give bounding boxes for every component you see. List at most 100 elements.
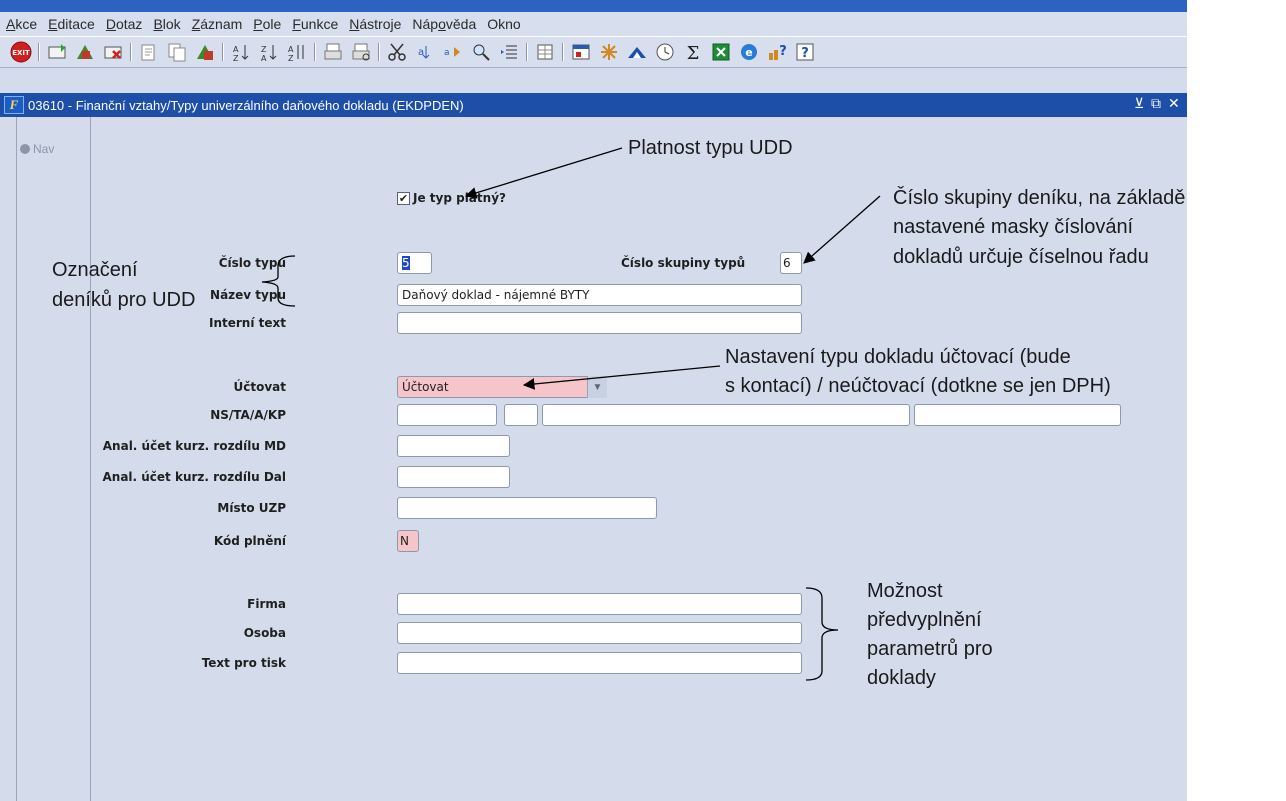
ns-field[interactable] (397, 404, 497, 426)
toolbar-separator (38, 43, 40, 61)
toolbar: EXIT AZ ZA AZ a a Σ e ? ? (0, 36, 1187, 68)
minimize-icon[interactable]: ⊻ (1134, 96, 1144, 112)
help-icon[interactable]: ? (794, 41, 816, 63)
text-pro-tisk-label: Text pro tisk (201, 656, 286, 670)
annotation-moznost-3: parametrů pro (867, 638, 993, 660)
insert-record-icon[interactable] (46, 41, 68, 63)
navigate-icon[interactable]: a (442, 41, 464, 63)
svg-text:a: a (444, 48, 450, 58)
ie-icon[interactable]: e (738, 41, 760, 63)
svg-text:Σ: Σ (687, 43, 700, 63)
md-label: Anal. účet kurz. rozdílu MD (102, 439, 286, 453)
paste-icon[interactable] (194, 41, 216, 63)
triangle-icon[interactable] (626, 41, 648, 63)
cislo-skupiny-label: Číslo skupiny typů (621, 256, 746, 270)
print-icon[interactable] (322, 41, 344, 63)
annotation-moznost-1: Možnost (867, 580, 943, 602)
sort-asc-icon[interactable]: AZ (230, 41, 252, 63)
svg-text:e: e (745, 46, 752, 59)
form-title-bar: F 03610 - Finanční vztahy/Typy univerzál… (0, 93, 1187, 117)
exit-icon[interactable]: EXIT (10, 41, 32, 63)
dal-field[interactable] (397, 466, 510, 488)
svg-text:A: A (233, 45, 239, 54)
menu-item-9[interactable]: Okno (487, 16, 520, 32)
menu-item-6[interactable]: Funkce (292, 16, 338, 32)
svg-text:a: a (418, 47, 424, 58)
excel-icon[interactable] (710, 41, 732, 63)
export-icon[interactable] (570, 41, 592, 63)
annotation-cislo-skupiny-1: Číslo skupiny deníku, na základě (893, 187, 1186, 209)
platny-checkbox[interactable]: ✔ Je typ platný? (397, 191, 506, 205)
osoba-field[interactable] (397, 622, 802, 644)
cislo-skupiny-field[interactable]: 6 (780, 252, 802, 274)
interni-text-label: Interní text (209, 316, 286, 330)
restore-icon[interactable]: ⧉ (1151, 96, 1161, 112)
svg-text:?: ? (801, 46, 809, 61)
ns-label: NS/TA/A/KP (210, 408, 286, 422)
md-field[interactable] (397, 435, 510, 457)
annotation-oznaceni-2: deníků pro UDD (52, 289, 196, 311)
menu-item-2[interactable]: Dotaz (106, 16, 143, 32)
sort-desc-icon[interactable]: ZA (258, 41, 280, 63)
kp-field[interactable] (914, 404, 1121, 426)
tools-icon[interactable] (598, 41, 620, 63)
svg-text:?: ? (779, 44, 787, 59)
ta-field[interactable] (504, 404, 538, 426)
text-pro-tisk-field[interactable] (397, 652, 802, 674)
toolbar-separator (378, 43, 380, 61)
platny-label: Je typ platný? (413, 191, 506, 205)
menu-item-0[interactable]: Akce (6, 16, 37, 32)
merge-icon[interactable]: a (414, 41, 436, 63)
interni-text-field[interactable] (397, 312, 802, 334)
a-field[interactable] (542, 404, 910, 426)
firma-field[interactable] (397, 593, 802, 615)
annotation-nastaveni-1: Nastavení typu dokladu účtovací (bude (725, 346, 1071, 368)
nazev-typu-label: Název typu (210, 288, 286, 302)
scissors-icon[interactable] (386, 41, 408, 63)
copy-icon[interactable] (166, 41, 188, 63)
close-icon[interactable]: ✕ (1168, 96, 1180, 112)
list-icon[interactable] (498, 41, 520, 63)
dal-label: Anal. účet kurz. rozdílu Dal (102, 470, 286, 484)
annotation-nastaveni-2: s kontací) / neúčtovací (dotkne se jen D… (725, 375, 1111, 397)
sum-icon[interactable]: Σ (682, 41, 704, 63)
clock-icon[interactable] (654, 41, 676, 63)
query-icon[interactable] (470, 41, 492, 63)
window-top-strip (0, 0, 1187, 12)
menu-item-4[interactable]: Záznam (192, 16, 243, 32)
checkbox-check-icon[interactable]: ✔ (397, 191, 410, 205)
firma-label: Firma (247, 597, 286, 611)
menu-item-8[interactable]: Nápověda (412, 16, 476, 32)
help-context-icon[interactable]: ? (766, 41, 788, 63)
cislo-typu-field[interactable]: 5 (397, 252, 432, 274)
annotation-moznost-2: předvyplnění (867, 609, 982, 631)
navigation-pane (16, 117, 91, 801)
annotation-cislo-skupiny-2: nastavené masky číslování (893, 216, 1134, 238)
kod-plneni-field[interactable]: N (397, 530, 419, 552)
uctovat-select[interactable]: Účtovat (397, 376, 607, 398)
misto-uzp-field[interactable] (397, 497, 657, 519)
menu-item-5[interactable]: Pole (253, 16, 281, 32)
nav-radio[interactable]: Nav (20, 142, 54, 156)
svg-text:Z: Z (233, 54, 239, 63)
menu-item-3[interactable]: Blok (153, 16, 180, 32)
grid-icon[interactable] (534, 41, 556, 63)
print-preview-icon[interactable] (350, 41, 372, 63)
menu-item-7[interactable]: Nástroje (349, 16, 401, 32)
sort-multi-icon[interactable]: AZ (286, 41, 308, 63)
menu-item-1[interactable]: Editace (48, 16, 95, 32)
svg-text:A: A (261, 54, 267, 63)
uctovat-label: Účtovat (233, 380, 287, 394)
chevron-down-icon[interactable]: ▼ (587, 376, 607, 398)
duplicate-record-icon[interactable] (74, 41, 96, 63)
nazev-typu-field[interactable]: Daňový doklad - nájemné BYTY (397, 284, 802, 306)
delete-record-icon[interactable] (102, 41, 124, 63)
toolbar-separator (130, 43, 132, 61)
svg-text:Z: Z (288, 54, 294, 63)
toolbar-separator (222, 43, 224, 61)
cut-icon[interactable] (138, 41, 160, 63)
application-window: Akce Editace Dotaz Blok Záznam Pole Funkce Nást… (0, 0, 1187, 801)
nav-label: Nav (33, 142, 55, 156)
annotation-oznaceni-1: Označení (52, 259, 138, 281)
osoba-label: Osoba (243, 626, 286, 640)
